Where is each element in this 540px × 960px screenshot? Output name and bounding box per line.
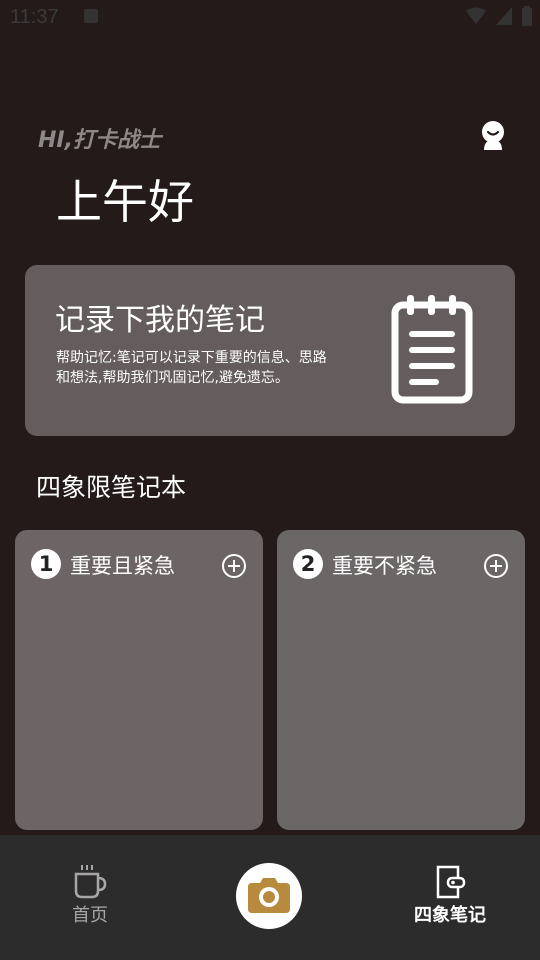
greeting-main: 上午好 xyxy=(56,175,194,229)
status-icons xyxy=(466,6,532,26)
nav-notes-label: 四象笔记 xyxy=(414,905,486,926)
add-circle-icon[interactable] xyxy=(221,553,247,579)
camera-button[interactable] xyxy=(236,863,302,929)
quadrant-title: 重要且紧急 xyxy=(70,554,175,578)
quadrant-title: 重要不紧急 xyxy=(332,554,437,578)
quadrant-number-badge: 1 xyxy=(31,549,61,579)
camera-icon xyxy=(248,878,290,913)
quadrant-number-badge: 2 xyxy=(293,549,323,579)
coffee-cup-icon xyxy=(74,865,107,899)
section-title: 四象限笔记本 xyxy=(36,473,187,502)
nav-notes-tab[interactable]: 四象笔记 xyxy=(400,865,500,927)
wifi-icon xyxy=(466,7,486,24)
avatar-icon[interactable] xyxy=(478,120,508,150)
quadrant-card-urgent-important[interactable]: 1 重要且紧急 xyxy=(15,530,263,830)
greeting-hi: HI,打卡战士 xyxy=(38,128,161,153)
signal-icon xyxy=(496,7,512,25)
banner-description: 帮助记忆:笔记可以记录下重要的信息、思路和想法,帮助我们巩固记忆,避免遗忘。 xyxy=(56,350,327,386)
banner-title: 记录下我的笔记 xyxy=(55,303,265,338)
battery-icon xyxy=(522,6,532,26)
nav-home-tab[interactable]: 首页 xyxy=(60,863,120,927)
bottom-nav: 首页 四象笔记 xyxy=(0,835,540,960)
notes-banner-card[interactable]: 记录下我的笔记 帮助记忆:笔记可以记录下重要的信息、思路和想法,帮助我们巩固记忆… xyxy=(25,265,515,436)
quadrant-card-important-not-urgent[interactable]: 2 重要不紧急 xyxy=(277,530,525,830)
status-bar: 11:37 xyxy=(0,0,540,36)
add-circle-icon[interactable] xyxy=(483,553,509,579)
nav-home-label: 首页 xyxy=(72,905,108,926)
notepad-icon xyxy=(391,295,473,404)
status-time: 11:37 xyxy=(10,6,59,28)
notebook-icon xyxy=(436,865,466,899)
notification-icon xyxy=(84,9,98,23)
